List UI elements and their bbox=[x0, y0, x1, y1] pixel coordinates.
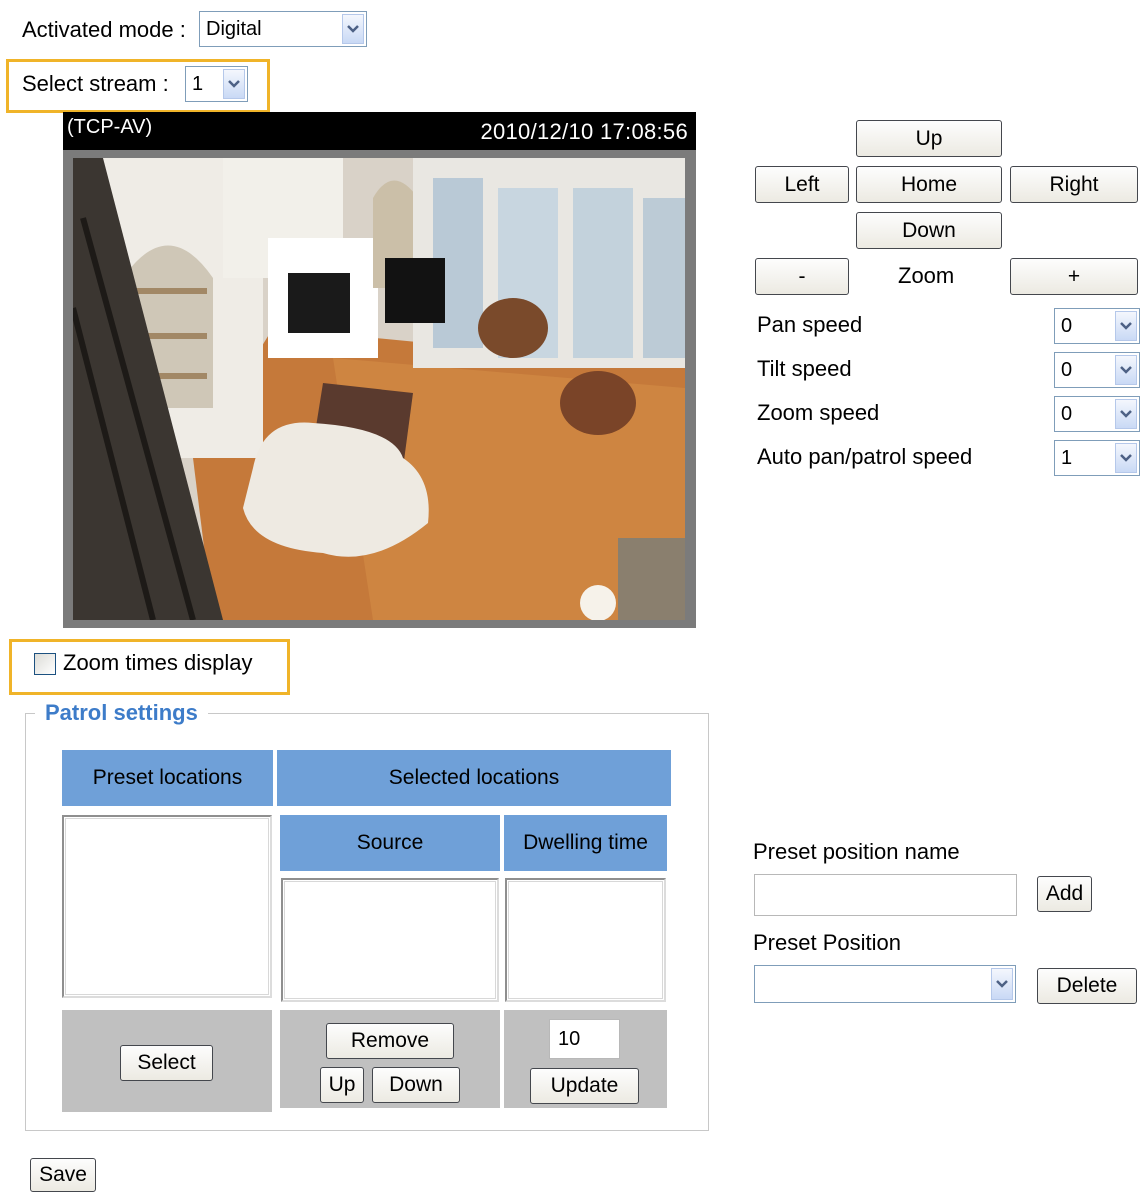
preset-position-select[interactable] bbox=[754, 965, 1016, 1003]
select-stream-value: 1 bbox=[192, 72, 204, 95]
remove-button[interactable]: Remove bbox=[326, 1023, 454, 1059]
zoom-in-button[interactable]: + bbox=[1010, 258, 1138, 295]
dwell-time-input[interactable]: 10 bbox=[549, 1019, 620, 1059]
pan-up-button[interactable]: Up bbox=[856, 120, 1002, 157]
pan-speed-label: Pan speed bbox=[757, 312, 863, 337]
preset-name-input[interactable] bbox=[754, 874, 1017, 916]
auto-pan-speed-select[interactable]: 1 bbox=[1054, 440, 1140, 476]
tilt-speed-select[interactable]: 0 bbox=[1054, 352, 1140, 388]
select-button[interactable]: Select bbox=[120, 1045, 213, 1081]
video-frame bbox=[63, 150, 696, 628]
video-viewer[interactable]: (TCP-AV) 2010/12/10 17:08:56 bbox=[63, 112, 696, 628]
tilt-speed-value: 0 bbox=[1061, 358, 1073, 381]
pan-speed-value: 0 bbox=[1061, 314, 1073, 337]
preset-locations-list[interactable] bbox=[62, 815, 272, 998]
tilt-speed-label: Tilt speed bbox=[757, 356, 852, 381]
update-button[interactable]: Update bbox=[530, 1068, 639, 1104]
zoom-speed-label: Zoom speed bbox=[757, 400, 880, 425]
source-header: Source bbox=[280, 815, 500, 871]
zoom-label: Zoom bbox=[898, 263, 955, 288]
save-button[interactable]: Save bbox=[30, 1158, 96, 1192]
chevron-down-icon bbox=[1115, 355, 1137, 385]
activated-mode-select[interactable]: Digital bbox=[199, 11, 367, 47]
preset-position-label: Preset Position bbox=[753, 930, 901, 955]
move-up-button[interactable]: Up bbox=[320, 1067, 364, 1103]
pan-down-button[interactable]: Down bbox=[856, 212, 1002, 249]
activated-mode-value: Digital bbox=[206, 17, 262, 40]
pan-left-button[interactable]: Left bbox=[755, 166, 849, 203]
zoom-display-label: Zoom times display bbox=[63, 650, 253, 675]
video-timestamp: 2010/12/10 17:08:56 bbox=[480, 119, 688, 144]
chevron-down-icon bbox=[1115, 443, 1137, 473]
zoom-display-checkbox[interactable] bbox=[34, 653, 56, 675]
video-protocol: (TCP-AV) bbox=[67, 116, 153, 138]
chevron-down-icon bbox=[1115, 311, 1137, 341]
dwelling-time-list[interactable] bbox=[505, 878, 666, 1002]
select-stream-label: Select stream : bbox=[22, 71, 169, 96]
chevron-down-icon bbox=[342, 14, 364, 44]
pan-right-button[interactable]: Right bbox=[1010, 166, 1138, 203]
zoom-speed-value: 0 bbox=[1061, 402, 1073, 425]
auto-pan-speed-value: 1 bbox=[1061, 446, 1073, 469]
live-view-image bbox=[73, 158, 685, 620]
activated-mode-label: Activated mode : bbox=[22, 17, 186, 42]
video-caption-bar: (TCP-AV) 2010/12/10 17:08:56 bbox=[63, 112, 696, 150]
selected-locations-header: Selected locations bbox=[277, 750, 671, 806]
source-list[interactable] bbox=[281, 878, 499, 1002]
preset-locations-header: Preset locations bbox=[62, 750, 273, 806]
delete-preset-button[interactable]: Delete bbox=[1037, 968, 1137, 1004]
dwelling-time-header: Dwelling time bbox=[504, 815, 667, 871]
preset-name-label: Preset position name bbox=[753, 839, 960, 864]
chevron-down-icon bbox=[1115, 399, 1137, 429]
zoom-out-button[interactable]: - bbox=[755, 258, 849, 295]
home-button[interactable]: Home bbox=[856, 166, 1002, 203]
pan-speed-select[interactable]: 0 bbox=[1054, 308, 1140, 344]
move-down-button[interactable]: Down bbox=[372, 1067, 460, 1103]
select-stream-select[interactable]: 1 bbox=[185, 66, 248, 102]
patrol-settings-title: Patrol settings bbox=[35, 700, 208, 726]
add-preset-button[interactable]: Add bbox=[1037, 876, 1092, 912]
chevron-down-icon bbox=[223, 69, 245, 99]
chevron-down-icon bbox=[991, 968, 1013, 1000]
auto-pan-speed-label: Auto pan/patrol speed bbox=[757, 444, 973, 469]
zoom-speed-select[interactable]: 0 bbox=[1054, 396, 1140, 432]
